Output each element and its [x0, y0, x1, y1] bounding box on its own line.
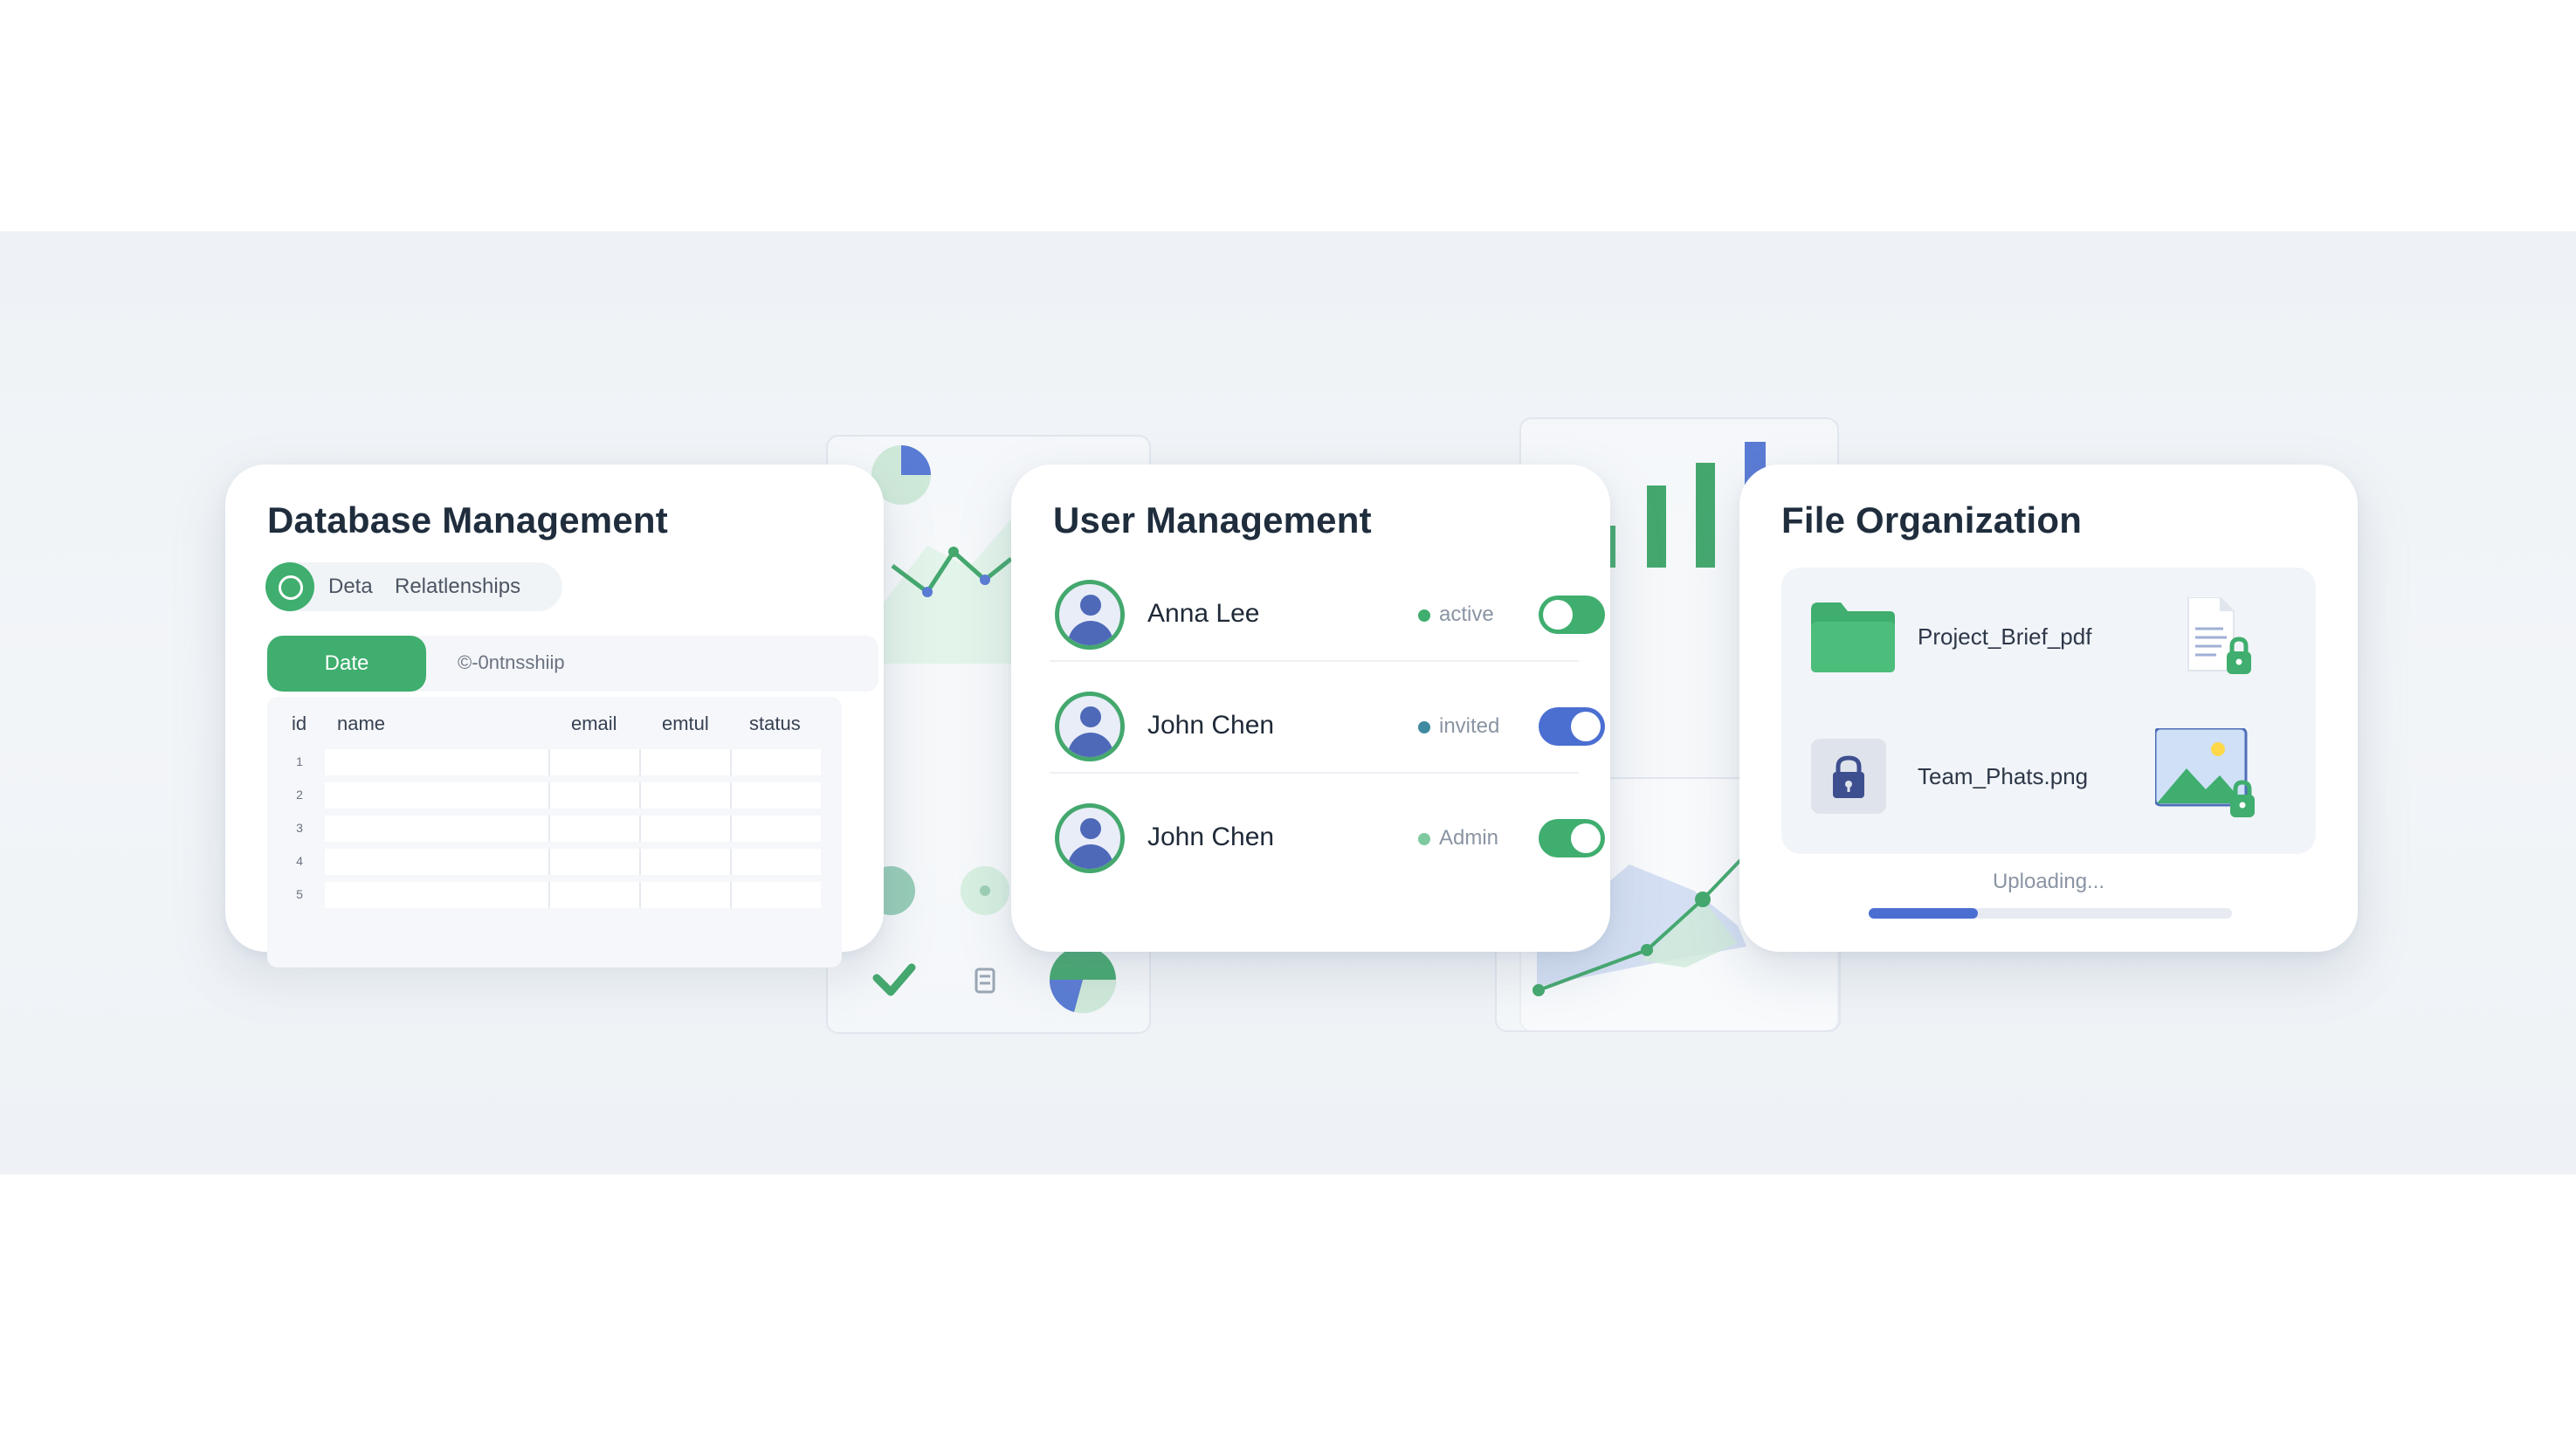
lock-icon — [1811, 739, 1886, 814]
table-row[interactable]: 3 — [267, 814, 842, 844]
user-name: John Chen — [1147, 823, 1275, 851]
area-chart-icon — [884, 517, 1013, 664]
user-name: Anna Lee — [1147, 599, 1260, 628]
status-dot — [1418, 833, 1430, 845]
file-name: Project_Brief_pdf — [1918, 623, 2092, 650]
file-item[interactable]: Project_Brief_pdf — [1781, 568, 2316, 707]
database-tabbar: Date ©-0ntnsshiip — [267, 636, 878, 692]
row-number: 5 — [296, 887, 303, 901]
status-dot — [1418, 609, 1430, 622]
row-number: 2 — [296, 788, 303, 802]
status-dot — [1418, 721, 1430, 733]
column-header-id[interactable]: id — [292, 713, 307, 735]
status-label: active — [1439, 602, 1494, 626]
user-toggle[interactable] — [1539, 596, 1605, 634]
database-table: id name email emtul status 1 2 3 4 5 — [267, 697, 842, 967]
file-name: Team_Phats.png — [1918, 763, 2089, 789]
card-title: User Management — [1053, 499, 1372, 541]
checkmark-icon — [872, 963, 916, 996]
user-toggle[interactable] — [1539, 707, 1605, 746]
row-number: 4 — [296, 854, 303, 868]
column-header-name[interactable]: name — [337, 713, 385, 735]
bar-chart-bar — [1696, 463, 1715, 568]
image-lock-icon — [2155, 728, 2255, 817]
avatar-icon — [1055, 803, 1125, 873]
row-number: 1 — [296, 754, 303, 768]
user-row[interactable]: John Chen invited — [1050, 678, 1605, 774]
column-header-email[interactable]: email — [571, 713, 617, 735]
pie-chart-icon — [1049, 947, 1117, 1014]
column-header-emtul[interactable]: emtul — [662, 713, 709, 735]
chip-item-data[interactable]: Deta — [328, 575, 373, 599]
avatar-icon — [1055, 692, 1125, 761]
bar-chart-bar — [1647, 485, 1666, 568]
user-management-card: User Management Anna Lee active John Che… — [1011, 465, 1610, 952]
table-row[interactable]: 4 — [267, 847, 842, 877]
table-row[interactable]: 1 — [267, 747, 842, 777]
card-title: File Organization — [1781, 499, 2083, 541]
database-management-card: Database Management Deta Relatlenships D… — [225, 465, 884, 967]
document-lock-icon — [2187, 597, 2251, 674]
table-row[interactable]: 2 — [267, 781, 842, 810]
chip-item-relationships[interactable]: Relatlenships — [395, 575, 520, 599]
folder-icon — [1811, 602, 1895, 672]
status-label: Admin — [1439, 826, 1499, 850]
file-list-panel: Project_Brief_pdf Team_Phats.png — [1781, 568, 2316, 854]
status-label: invited — [1439, 714, 1500, 738]
table-row[interactable]: 5 — [267, 880, 842, 910]
upload-status-label: Uploading... — [1992, 870, 2105, 893]
file-organization-card: File Organization Project_Brief_pdf Team… — [1739, 465, 2358, 952]
filter-icon — [975, 967, 995, 994]
file-item[interactable]: Team_Phats.png — [1781, 711, 2316, 842]
tab-date[interactable]: Date — [267, 636, 426, 692]
user-row[interactable]: John Chen Admin — [1050, 789, 1605, 885]
column-header-status[interactable]: status — [749, 713, 801, 735]
database-icon — [265, 562, 314, 611]
tab-relationships[interactable]: ©-0ntnsshiip — [458, 651, 565, 674]
upload-progress-fill — [1869, 908, 1978, 919]
row-number: 3 — [296, 821, 303, 835]
user-row[interactable]: Anna Lee active — [1050, 566, 1605, 662]
card-title: Database Management — [267, 499, 668, 541]
user-toggle[interactable] — [1539, 819, 1605, 857]
database-chip[interactable]: Deta Relatlenships — [265, 562, 562, 611]
user-name: John Chen — [1147, 711, 1275, 740]
avatar-icon — [1055, 580, 1125, 650]
upload-progress-bar — [1869, 908, 2232, 919]
